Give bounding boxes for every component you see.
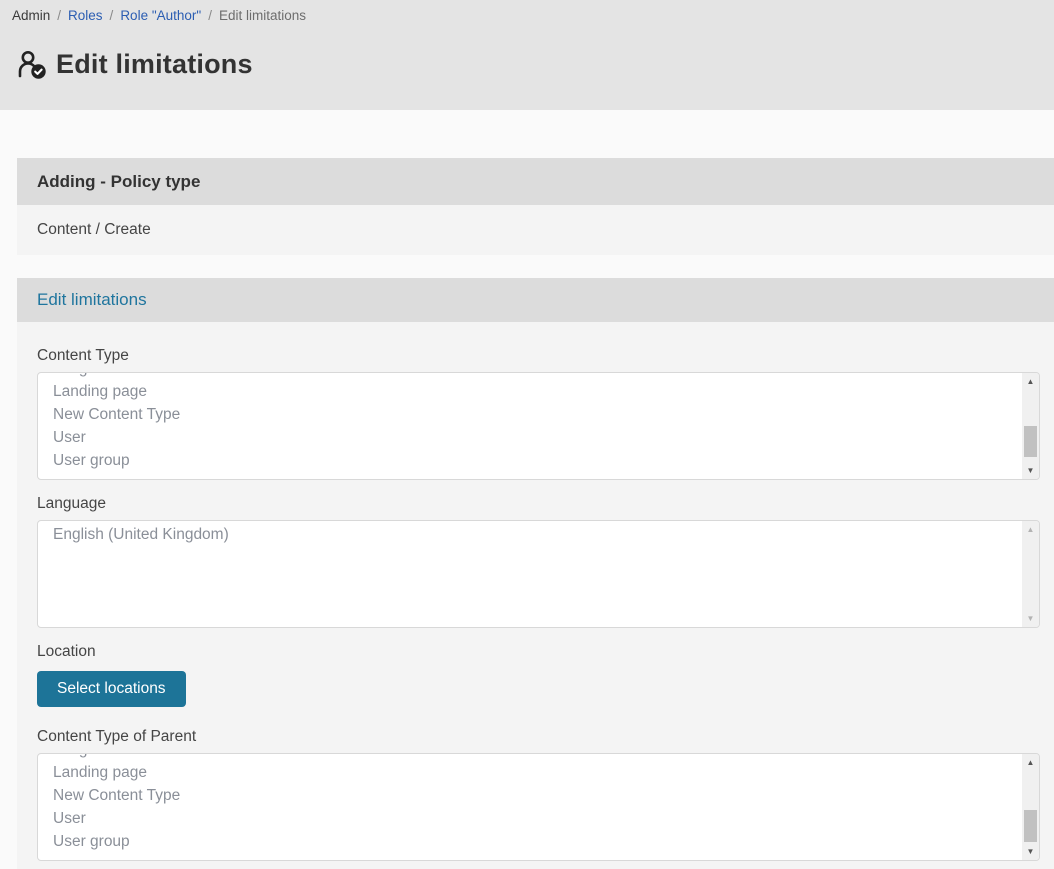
page-title: Edit limitations	[56, 49, 253, 80]
page-title-row: Edit limitations	[16, 49, 1044, 80]
breadcrumb-role-author[interactable]: Role "Author"	[120, 8, 201, 23]
scroll-down-icon: ▼	[1022, 610, 1039, 627]
policy-type-value: Content / Create	[17, 205, 1054, 255]
breadcrumb-separator: /	[110, 8, 114, 23]
edit-limitations-section-header: Edit limitations	[17, 278, 1054, 322]
policy-type-section: Adding - Policy type Content / Create	[17, 158, 1054, 255]
breadcrumb-current: Edit limitations	[219, 8, 306, 23]
breadcrumb-separator: /	[208, 8, 212, 23]
select-locations-button[interactable]: Select locations	[37, 671, 186, 707]
scroll-up-icon: ▲	[1022, 521, 1039, 538]
page-header: Admin / Roles / Role "Author" / Edit lim…	[0, 0, 1054, 110]
scrollbar: ▲ ▼	[1022, 521, 1039, 627]
location-group: Location Select locations	[37, 643, 1040, 728]
language-label: Language	[37, 495, 1040, 513]
language-group: Language English (United Kingdom) ▲ ▼	[37, 495, 1040, 628]
content-type-of-parent-label: Content Type of Parent	[37, 728, 1040, 746]
content-type-group: Content Type Image Landing page New Cont…	[37, 347, 1040, 480]
scrollbar-track[interactable]	[1022, 771, 1039, 843]
scroll-up-icon[interactable]: ▲	[1022, 754, 1039, 771]
content-type-options: Image Landing page New Content Type User…	[38, 372, 1039, 472]
language-options: English (United Kingdom)	[38, 521, 1039, 546]
scroll-down-icon[interactable]: ▼	[1022, 843, 1039, 860]
user-check-icon	[16, 50, 48, 80]
option-english-uk[interactable]: English (United Kingdom)	[53, 523, 1039, 546]
content-type-of-parent-listbox[interactable]: Image Landing page New Content Type User…	[37, 753, 1040, 861]
scrollbar[interactable]: ▲ ▼	[1022, 373, 1039, 479]
scrollbar-thumb[interactable]	[1024, 810, 1037, 842]
scrollbar-track	[1022, 538, 1039, 610]
content-type-of-parent-options: Image Landing page New Content Type User…	[38, 753, 1039, 853]
option-landing-page[interactable]: Landing page	[53, 380, 1039, 403]
option-image[interactable]: Image	[53, 372, 1039, 380]
content-type-listbox[interactable]: Image Landing page New Content Type User…	[37, 372, 1040, 480]
edit-limitations-form: Content Type Image Landing page New Cont…	[17, 322, 1054, 869]
breadcrumb-admin[interactable]: Admin	[12, 8, 50, 23]
option-user-group[interactable]: User group	[53, 449, 1039, 472]
scrollbar[interactable]: ▲ ▼	[1022, 754, 1039, 860]
main-content: Adding - Policy type Content / Create Ed…	[0, 158, 1054, 869]
location-label: Location	[37, 643, 1040, 661]
scroll-down-icon[interactable]: ▼	[1022, 462, 1039, 479]
option-image[interactable]: Image	[53, 753, 1039, 761]
content-type-of-parent-group: Content Type of Parent Image Landing pag…	[37, 728, 1040, 861]
breadcrumb-roles[interactable]: Roles	[68, 8, 103, 23]
option-new-content-type[interactable]: New Content Type	[53, 403, 1039, 426]
option-new-content-type[interactable]: New Content Type	[53, 784, 1039, 807]
language-listbox[interactable]: English (United Kingdom) ▲ ▼	[37, 520, 1040, 628]
breadcrumb: Admin / Roles / Role "Author" / Edit lim…	[10, 6, 1044, 23]
option-user[interactable]: User	[53, 426, 1039, 449]
option-user-group[interactable]: User group	[53, 830, 1039, 853]
option-landing-page[interactable]: Landing page	[53, 761, 1039, 784]
breadcrumb-separator: /	[57, 8, 61, 23]
scroll-up-icon[interactable]: ▲	[1022, 373, 1039, 390]
option-user[interactable]: User	[53, 807, 1039, 830]
scrollbar-track[interactable]	[1022, 390, 1039, 462]
content-type-label: Content Type	[37, 347, 1040, 365]
policy-type-section-header: Adding - Policy type	[17, 158, 1054, 205]
scrollbar-thumb[interactable]	[1024, 426, 1037, 457]
edit-limitations-section: Edit limitations Content Type Image Land…	[17, 278, 1054, 869]
